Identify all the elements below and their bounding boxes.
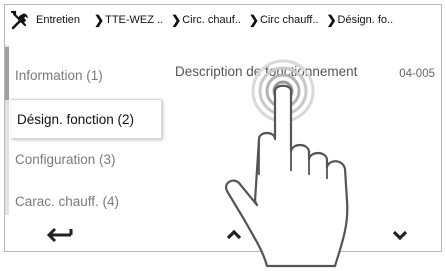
- sidebar-item-designation-fonction[interactable]: Désign. fonction (2): [11, 99, 162, 139]
- breadcrumb-item-label: Circ chauff..: [259, 14, 319, 26]
- breadcrumb-root-label: Entretien: [36, 14, 81, 26]
- sidebar-item-label: Configuration (3): [15, 151, 116, 167]
- chevron-up-icon: [226, 229, 242, 240]
- breadcrumb-item-label: Désign. fo..: [337, 14, 394, 26]
- chevron-right-icon: ❯: [326, 13, 337, 27]
- content-code: 04-005: [399, 68, 435, 80]
- scroll-down-button[interactable]: [385, 223, 415, 247]
- breadcrumb-item-label: Circ. chauf..: [182, 14, 241, 26]
- device-screen: Entretien ❯ TTE-WEZ .. ❯ Circ. chauf.. ❯…: [4, 4, 442, 268]
- chevron-down-icon: [392, 230, 408, 241]
- breadcrumb-item[interactable]: ❯ Désign. fo..: [326, 13, 393, 27]
- scrollbar-thumb[interactable]: [5, 47, 9, 100]
- sidebar-item-label: Désign. fonction (2): [17, 111, 135, 127]
- breadcrumb: Entretien ❯ TTE-WEZ .. ❯ Circ. chauf.. ❯…: [5, 5, 441, 35]
- breadcrumb-item[interactable]: ❯ Circ. chauf..: [171, 13, 241, 27]
- sidebar-item-information[interactable]: Information (1): [15, 56, 161, 94]
- breadcrumb-item-label: TTE-WEZ ..: [105, 14, 164, 26]
- breadcrumb-item[interactable]: ❯ TTE-WEZ ..: [94, 13, 163, 27]
- sidebar-item-label: Carac. chauff. (4): [15, 193, 120, 209]
- sidebar-item-label: Information (1): [15, 67, 103, 83]
- tools-icon[interactable]: [9, 8, 33, 32]
- breadcrumb-item[interactable]: ❯ Circ chauff..: [249, 13, 319, 27]
- sidebar-item-configuration[interactable]: Configuration (3): [15, 140, 161, 178]
- back-button[interactable]: [41, 223, 81, 247]
- chevron-right-icon: ❯: [171, 13, 182, 27]
- chevron-right-icon: ❯: [248, 13, 259, 27]
- back-arrow-icon: [46, 227, 73, 243]
- bottom-navigation: [5, 215, 441, 251]
- chevron-right-icon: ❯: [94, 13, 105, 27]
- content-title[interactable]: Description de fonctionnement: [175, 64, 357, 79]
- scroll-up-button[interactable]: [219, 223, 249, 247]
- breadcrumb-root[interactable]: Entretien: [36, 14, 80, 26]
